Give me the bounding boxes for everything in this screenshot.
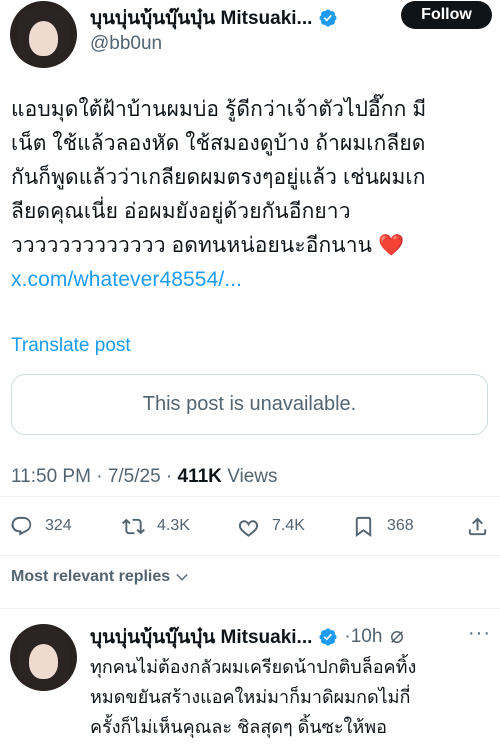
meta-separator: · (165, 466, 178, 487)
author-handle[interactable]: @bb0un (90, 33, 162, 55)
author-display-name[interactable]: บุนบุ่นบุ้นบุ๊นบุ๋น Mitsuaki... (90, 3, 312, 33)
post-text-line: แอบมุดใต้ฝ้าบ้านผมบ่อ รู้ดีกว่าเจ้าตัวไป… (11, 98, 427, 121)
bookmark-button[interactable]: 368 (352, 508, 414, 544)
like-count: 7.4K (272, 517, 305, 534)
replies-sort-label: Most relevant replies (11, 568, 171, 585)
divider (0, 555, 500, 556)
reply-text-line: หมดขยันสร้างแอคใหม่มาก็มาดิผมกดไม่กี่ (90, 687, 411, 707)
post-time[interactable]: 11:50 PM (11, 466, 91, 487)
reply-icon (11, 516, 32, 536)
post-text: แอบมุดใต้ฝ้าบ้านผมบ่อ รู้ดีกว่าเจ้าตัวไป… (11, 93, 491, 297)
reply-text-line: ทุกคนไม่ต้องกลัวผมเครียดน้าปกติบล็อคทิ้ง (90, 657, 417, 677)
post-link-line: x.com/whatever48554/... (11, 263, 491, 297)
like-button[interactable]: 7.4K (237, 508, 305, 544)
views-count: 411K (177, 466, 222, 487)
reply-author-avatar[interactable] (10, 624, 77, 691)
views-label: Views (227, 466, 278, 487)
reply-text-line: ครั้งก็ไม่เห็นคุณละ ชิลสุดๆ ดิ้นซะให้พอ (90, 717, 387, 737)
share-icon (468, 516, 487, 535)
follow-button[interactable]: Follow (401, 1, 492, 29)
more-icon[interactable]: ··· (468, 622, 491, 645)
post-text-line: กันก็พูดแล้วว่าเกลียดผมตรงๆอยู่แล้ว เช่น… (11, 166, 426, 189)
verified-badge-icon (319, 9, 337, 27)
repost-button[interactable]: 4.3K (122, 508, 190, 544)
post-link[interactable]: x.com/whatever48554/... (11, 268, 242, 291)
chevron-down-icon (176, 574, 188, 581)
post-text-line: ลียดคุณเนี่ย อ่อผมยังอยู่ด้วยกันอีกยาว (11, 200, 351, 223)
bookmark-count: 368 (387, 517, 414, 534)
reply-text: ทุกคนไม่ต้องกลัวผมเครียดน้าปกติบล็อคทิ้ง… (90, 652, 490, 742)
share-button[interactable] (466, 508, 489, 544)
heart-emoji: ❤️ (378, 234, 405, 257)
replies-sort-dropdown[interactable]: Most relevant replies (11, 568, 190, 586)
like-icon (238, 519, 259, 537)
translate-post-link[interactable]: Translate post (11, 335, 131, 357)
unavailable-text: This post is unavailable. (142, 393, 357, 415)
repost-count: 4.3K (157, 517, 190, 534)
divider (0, 496, 500, 497)
author-avatar[interactable] (10, 1, 77, 68)
post-text-line-last: ววววววววววววว อดทนหน่อยนะอีกนาน ❤️ (11, 229, 491, 263)
repost-icon (122, 518, 145, 534)
bookmark-icon (355, 516, 372, 537)
post-actions: 324 4.3K 7.4K 368 (0, 508, 500, 544)
reply-header: บุนบุ่นบุ้นบุ๊นบุ๋น Mitsuaki... ·10h (90, 622, 406, 652)
author-name-row[interactable]: บุนบุ่นบุ้นบุ๊นบุ๋น Mitsuaki... (90, 3, 338, 33)
post-header: บุนบุ่นบุ้นบุ๊นบุ๋น Mitsuaki... @bb0un F… (0, 0, 500, 80)
divider (0, 608, 500, 609)
post-text-line: ววววววววววววว อดทนหน่อยนะอีกนาน (11, 234, 373, 257)
meta-separator: · (96, 466, 108, 487)
verified-badge-icon (319, 628, 337, 646)
reply-time[interactable]: ·10h (344, 626, 382, 648)
post-date[interactable]: 7/5/25 (108, 466, 161, 487)
reply-count: 324 (45, 517, 72, 534)
quoted-post-unavailable: This post is unavailable. (11, 374, 488, 435)
grok-icon[interactable] (388, 628, 406, 646)
post-text-line: เน็ต ใช้แล้วลองหัด ใช้สมองดูบ้าง ถ้าผมเก… (11, 132, 426, 155)
reply-author-name[interactable]: บุนบุ่นบุ้นบุ๊นบุ๋น Mitsuaki... (90, 622, 312, 652)
post-meta: 11:50 PM · 7/5/25 · 411K Views (11, 466, 278, 488)
reply-button[interactable]: 324 (10, 508, 72, 544)
